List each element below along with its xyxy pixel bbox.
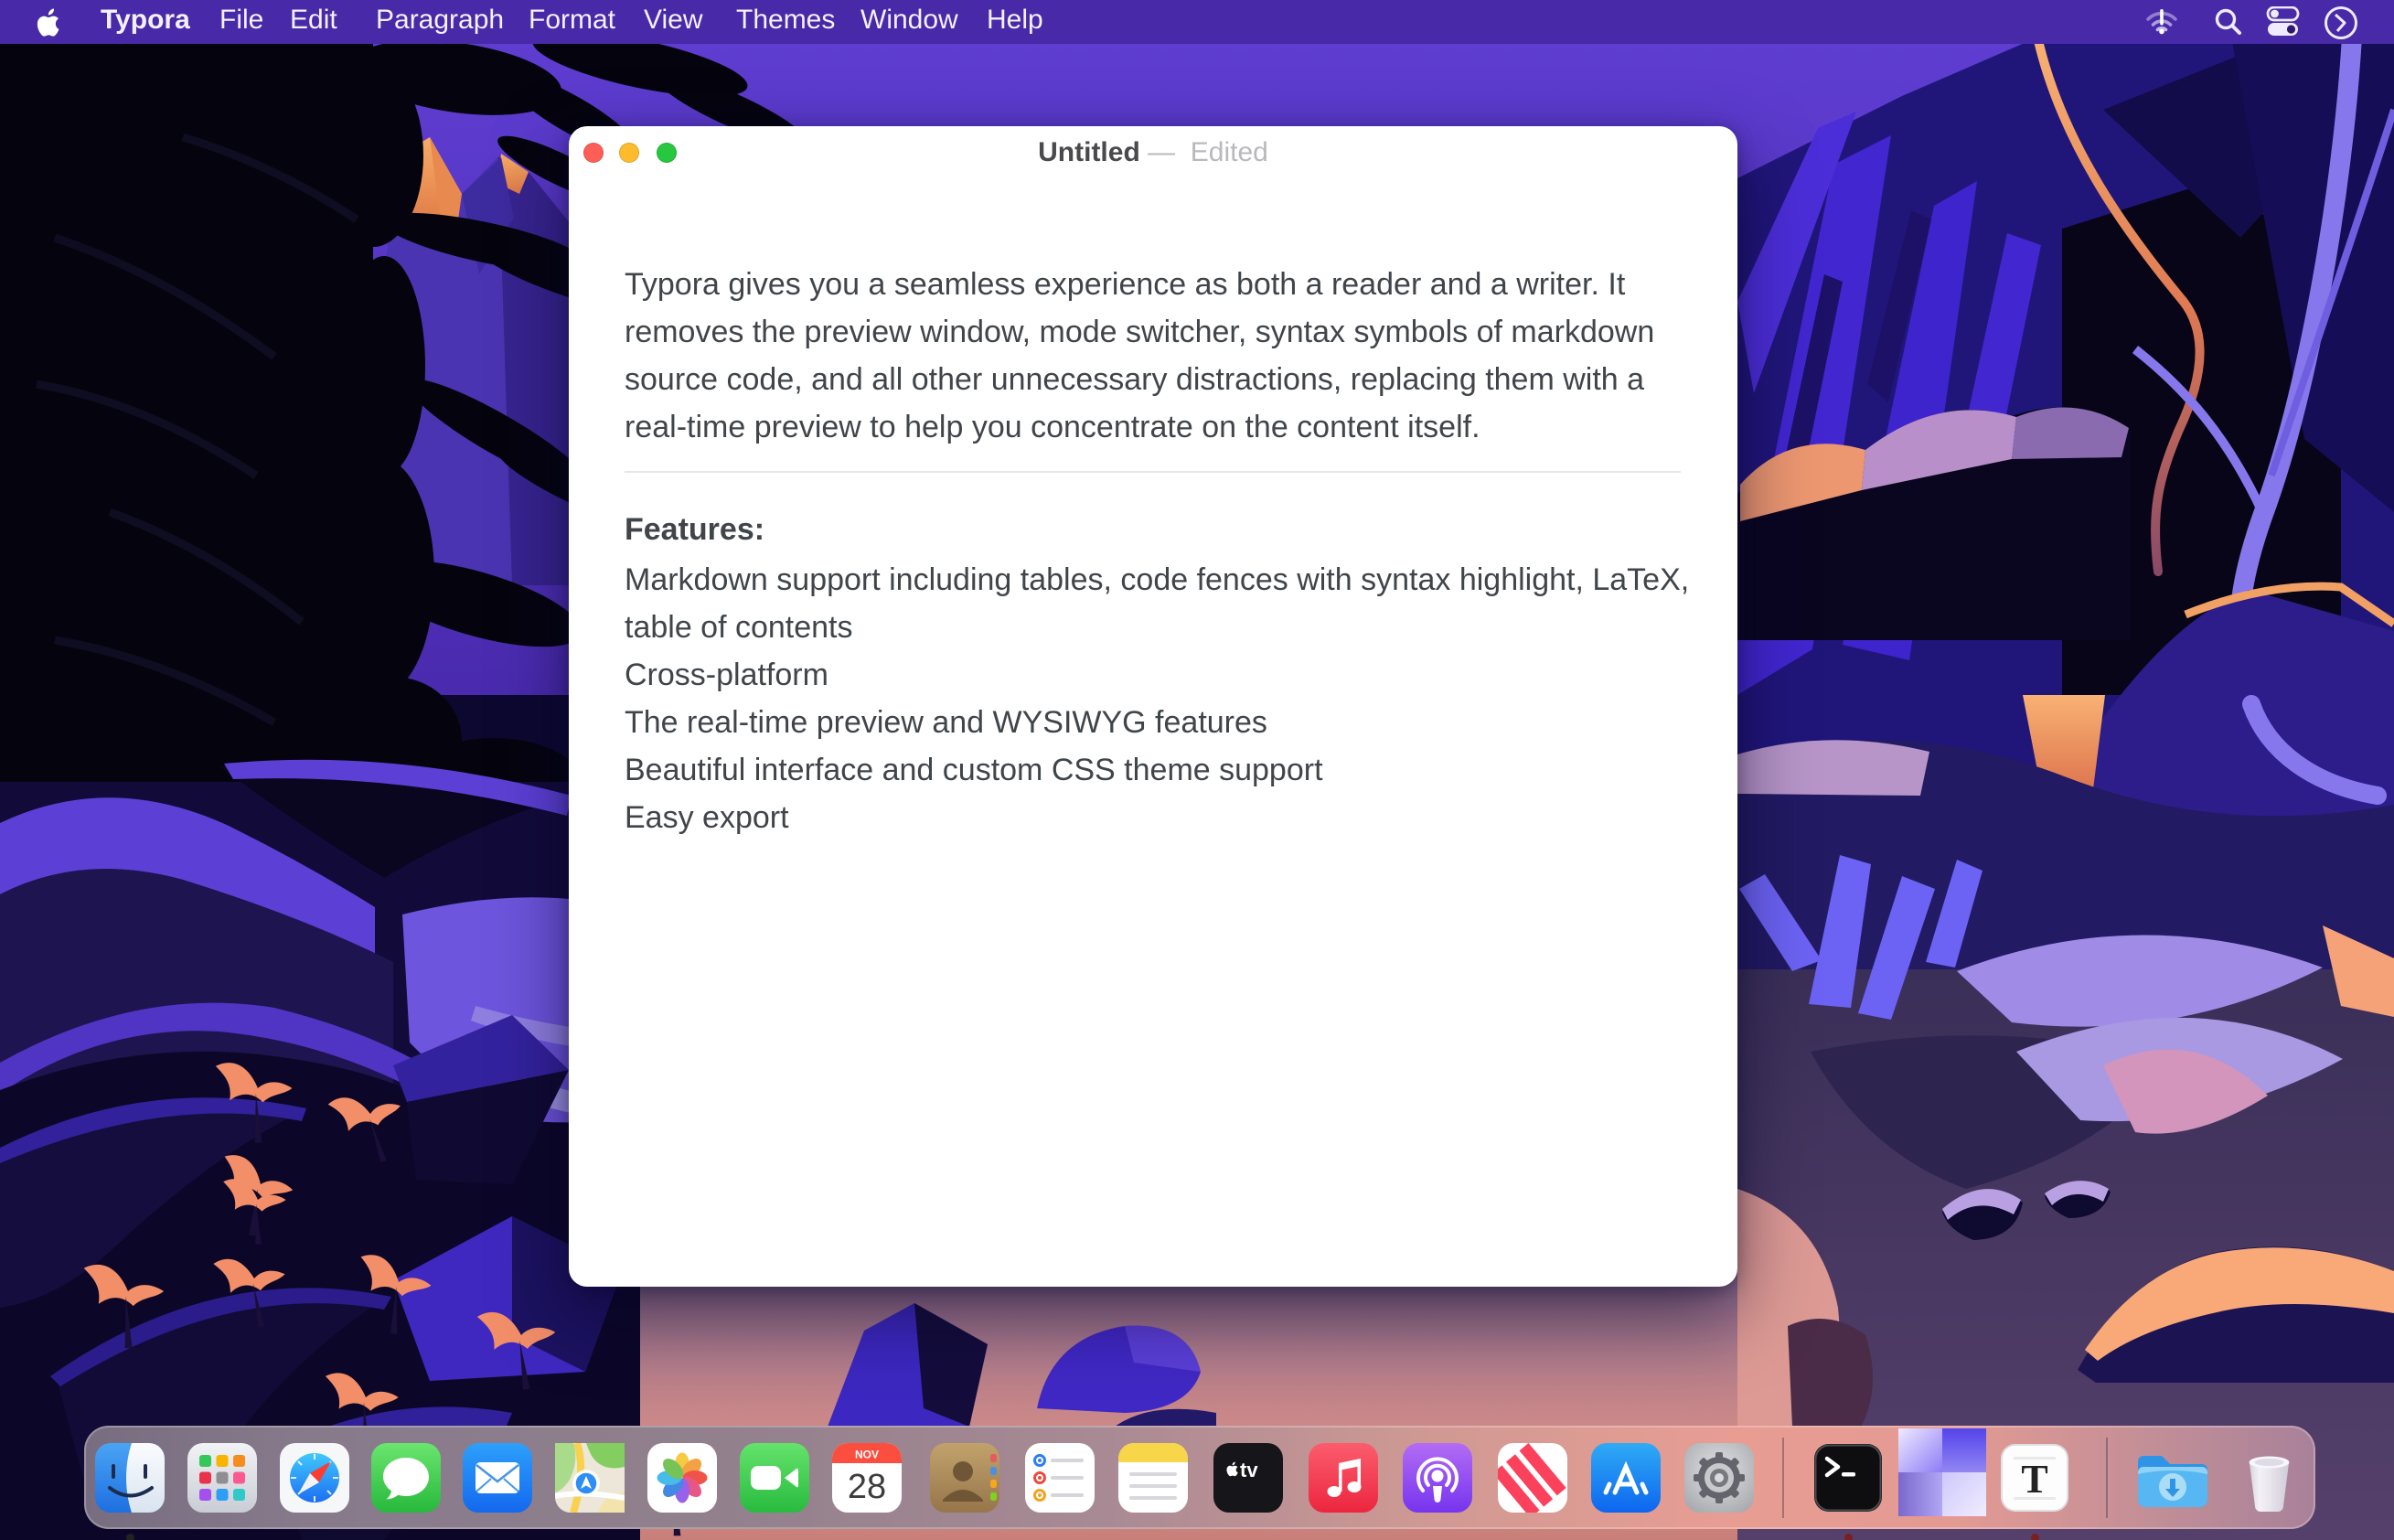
- svg-text:NOV: NOV: [855, 1449, 879, 1461]
- svg-text:T: T: [2021, 1457, 2047, 1502]
- svg-text:28: 28: [848, 1468, 886, 1506]
- svg-text:tv: tv: [1240, 1459, 1258, 1481]
